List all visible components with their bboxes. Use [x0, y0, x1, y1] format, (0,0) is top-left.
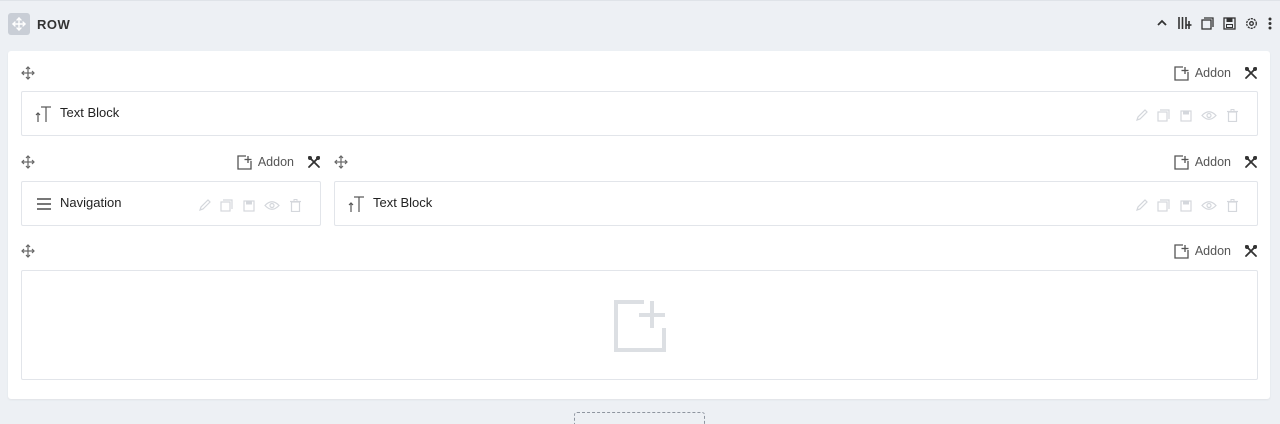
row-toolbar [1155, 15, 1272, 31]
addon-name: Text Block [373, 195, 433, 210]
column-settings-icon[interactable] [307, 155, 321, 169]
addon-item[interactable]: Text Block [334, 181, 1258, 226]
add-addon-button[interactable]: Addon [1174, 65, 1231, 81]
add-addon-button[interactable]: Addon [237, 154, 294, 170]
visibility-icon[interactable] [264, 199, 280, 212]
add-addon-button[interactable]: Addon [1174, 154, 1231, 170]
column-move-icon[interactable] [21, 244, 35, 258]
add-addon-button[interactable]: Addon [1174, 243, 1231, 259]
edit-icon[interactable] [1135, 199, 1148, 212]
edit-icon[interactable] [198, 199, 211, 212]
add-addon-label: Addon [1194, 244, 1231, 258]
edit-icon[interactable] [1135, 109, 1148, 122]
add-addon-placeholder-icon[interactable] [614, 300, 666, 352]
save-icon[interactable] [1179, 109, 1192, 122]
delete-icon[interactable] [1226, 199, 1239, 212]
add-addon-icon [1174, 154, 1189, 170]
text-block-icon [35, 106, 51, 122]
column-toolbar: Addon [21, 152, 321, 172]
column-settings-icon[interactable] [1244, 66, 1258, 80]
add-addon-label: Addon [257, 155, 294, 169]
add-addon-label: Addon [1194, 155, 1231, 169]
duplicate-icon[interactable] [1201, 15, 1214, 31]
row-header: ROW [0, 1, 1280, 49]
add-addon-icon [237, 154, 252, 170]
column-move-icon[interactable] [334, 155, 348, 169]
menu-icon [37, 198, 51, 210]
addon-item[interactable]: Text Block [21, 91, 1258, 136]
addon-actions [1135, 109, 1239, 122]
column-move-icon[interactable] [21, 155, 35, 169]
column-settings-icon[interactable] [1244, 155, 1258, 169]
add-addon-icon [1174, 65, 1189, 81]
delete-icon[interactable] [289, 199, 302, 212]
collapse-icon[interactable] [1155, 15, 1168, 31]
add-row-dropzone[interactable] [574, 412, 705, 424]
column-toolbar: Addon [21, 63, 1258, 83]
save-icon[interactable] [1223, 15, 1236, 31]
save-icon[interactable] [242, 199, 255, 212]
row-drag-handle[interactable] [8, 13, 30, 35]
visibility-icon[interactable] [1201, 199, 1217, 212]
more-icon[interactable] [1267, 15, 1272, 31]
column-settings-icon[interactable] [1244, 244, 1258, 258]
column-toolbar: Addon [21, 241, 1258, 261]
column-toolbar: Addon [334, 152, 1258, 172]
addon-name: Text Block [60, 105, 120, 120]
move-icon [12, 17, 26, 31]
settings-icon[interactable] [1245, 15, 1258, 31]
column-move-icon[interactable] [21, 66, 35, 80]
page-builder-canvas: ROW Addon Text Block Addon Navigation Ad… [0, 0, 1280, 424]
duplicate-icon[interactable] [1157, 109, 1170, 122]
visibility-icon[interactable] [1201, 109, 1217, 122]
delete-icon[interactable] [1226, 109, 1239, 122]
text-block-icon [348, 196, 364, 212]
row-panel: Addon Text Block Addon Navigation Addon … [8, 51, 1270, 399]
addon-item[interactable]: Navigation [21, 181, 321, 226]
empty-column-dropzone[interactable] [21, 270, 1258, 380]
save-icon[interactable] [1179, 199, 1192, 212]
columns-icon[interactable] [1177, 15, 1192, 31]
add-addon-icon [1174, 243, 1189, 259]
duplicate-icon[interactable] [1157, 199, 1170, 212]
row-title: ROW [37, 17, 71, 32]
addon-name: Navigation [60, 195, 122, 210]
duplicate-icon[interactable] [220, 199, 233, 212]
add-addon-label: Addon [1194, 66, 1231, 80]
addon-actions [198, 199, 302, 212]
addon-actions [1135, 199, 1239, 212]
